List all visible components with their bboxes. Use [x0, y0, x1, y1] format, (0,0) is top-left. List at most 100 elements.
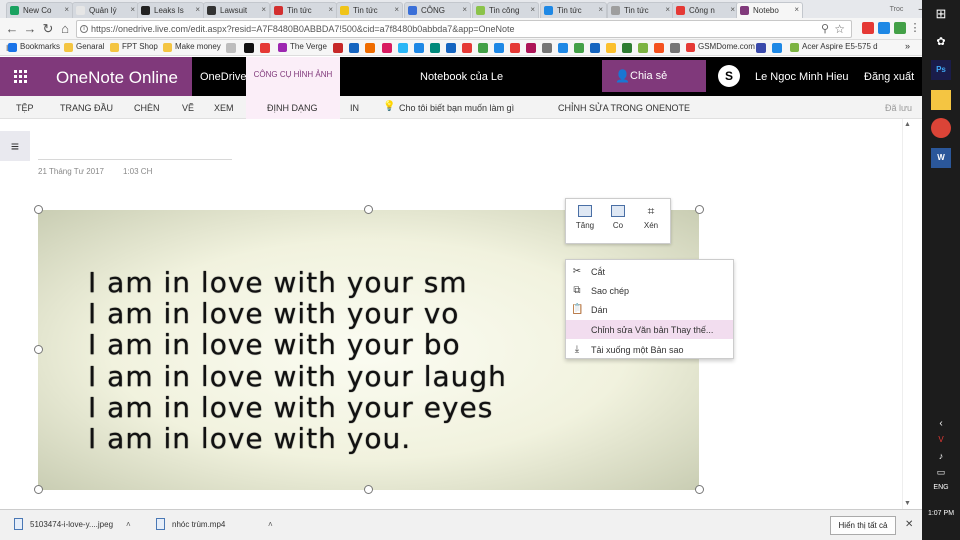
- menu-item-cut[interactable]: ✂ Cắt: [566, 262, 733, 281]
- navigation-toggle-button[interactable]: ≡: [0, 131, 30, 161]
- menu-item-paste[interactable]: 📋 Dán: [566, 300, 733, 319]
- chevron-up-icon[interactable]: ˄: [126, 520, 131, 529]
- bookmark-item[interactable]: Acer Aspire E5-575 d: [790, 42, 878, 52]
- bookmark-icon[interactable]: [756, 43, 766, 53]
- close-tab-icon[interactable]: ×: [730, 5, 735, 14]
- tab-file[interactable]: TỆP: [16, 103, 34, 113]
- bookmark-icon[interactable]: [590, 43, 600, 53]
- bookmark-icon[interactable]: [260, 43, 270, 53]
- menu-item-edit-alt-text[interactable]: Chỉnh sửa Văn bản Thay thế...: [566, 320, 733, 339]
- sign-out-link[interactable]: Đăng xuất: [864, 71, 914, 83]
- more-bookmarks-icon[interactable]: »: [905, 41, 910, 51]
- close-tab-icon[interactable]: ×: [462, 5, 467, 14]
- bookmark-icon[interactable]: [414, 43, 424, 53]
- bookmark-icon[interactable]: [526, 43, 536, 53]
- back-icon[interactable]: ←: [4, 21, 20, 36]
- bookmark-icon[interactable]: [365, 43, 375, 53]
- chrome-icon[interactable]: [931, 118, 951, 138]
- close-tab-icon[interactable]: ×: [261, 5, 266, 14]
- file-explorer-icon[interactable]: [931, 90, 951, 110]
- home-icon[interactable]: ⌂: [57, 21, 73, 36]
- notebook-title[interactable]: Notebook của Le: [420, 71, 503, 83]
- onedrive-link[interactable]: OneDrive: [200, 71, 246, 83]
- page-title-field[interactable]: [38, 159, 232, 160]
- tab-insert[interactable]: CHÈN: [134, 103, 160, 113]
- bookmark-icon[interactable]: [574, 43, 584, 53]
- browser-tab[interactable]: Tin công ×: [472, 2, 539, 18]
- tell-me-box[interactable]: Cho tôi biết bạn muốn làm gì: [399, 103, 514, 113]
- input-language[interactable]: ENG: [922, 484, 960, 491]
- vertical-scrollbar[interactable]: ▲ ▼: [902, 119, 912, 509]
- resize-handle[interactable]: [34, 345, 43, 354]
- browser-tab[interactable]: Notebo ×: [736, 2, 803, 18]
- bookmark-icon[interactable]: [542, 43, 552, 53]
- forward-icon[interactable]: →: [22, 21, 38, 36]
- share-button[interactable]: 👤 Chia sẻ: [602, 60, 706, 92]
- bookmark-icon[interactable]: [446, 43, 456, 53]
- close-tab-icon[interactable]: ×: [130, 5, 135, 14]
- browser-tab[interactable]: Công n ×: [672, 2, 739, 18]
- tab-view[interactable]: XEM: [214, 103, 234, 113]
- bookmark-icon[interactable]: [382, 43, 392, 53]
- bookmark-icon[interactable]: [398, 43, 408, 53]
- close-tab-icon[interactable]: ×: [598, 5, 603, 14]
- bookmark-item[interactable]: GSMDome.com: [686, 42, 755, 52]
- menu-item-copy[interactable]: ⧉ Sao chép: [566, 281, 733, 300]
- bookmark-icon[interactable]: [638, 43, 648, 53]
- bookmark-folder[interactable]: Make money: [163, 42, 221, 52]
- tab-format[interactable]: ĐỊNH DẠNG: [267, 103, 318, 113]
- browser-tab[interactable]: Tin tức ×: [607, 2, 674, 18]
- url-bar[interactable]: i https://onedrive.live.com/edit.aspx?re…: [76, 20, 852, 38]
- bookmark-icon[interactable]: [558, 43, 568, 53]
- resize-handle[interactable]: [34, 205, 43, 214]
- browser-tab[interactable]: Tin tức ×: [540, 2, 607, 18]
- resize-handle[interactable]: [364, 485, 373, 494]
- close-tab-icon[interactable]: ×: [328, 5, 333, 14]
- resize-handle[interactable]: [34, 485, 43, 494]
- word-icon[interactable]: W: [931, 148, 951, 168]
- bookmark-folder[interactable]: FPT Shop: [110, 42, 158, 52]
- bookmark-icon[interactable]: [226, 43, 236, 53]
- bookmark-icon[interactable]: [430, 43, 440, 53]
- browser-tab[interactable]: Quản lý ×: [72, 2, 139, 18]
- extension-icon[interactable]: [894, 22, 906, 34]
- game-icon[interactable]: ✿: [931, 32, 951, 52]
- browser-tab[interactable]: Tin tức ×: [270, 2, 337, 18]
- bookmark-icon[interactable]: [772, 43, 782, 53]
- close-tab-icon[interactable]: ×: [195, 5, 200, 14]
- bookmark-folder[interactable]: Genaral: [64, 42, 104, 52]
- windows-start-icon[interactable]: ⊞: [931, 4, 951, 24]
- browser-tab[interactable]: Leaks Is ×: [137, 2, 204, 18]
- crop-button[interactable]: ⌗ Xén: [636, 203, 666, 230]
- bookmark-icon[interactable]: [670, 43, 680, 53]
- download-item[interactable]: 5103474-i-love-y....jpeg ˄: [14, 518, 131, 530]
- close-tab-icon[interactable]: ×: [394, 5, 399, 14]
- chevron-up-icon[interactable]: ˄: [268, 520, 273, 529]
- shrink-button[interactable]: Co: [603, 203, 633, 230]
- close-icon[interactable]: ✕: [905, 519, 913, 530]
- search-icon[interactable]: ⚲: [821, 22, 829, 35]
- bookmark-icon[interactable]: [510, 43, 520, 53]
- bookmark-icon[interactable]: [349, 43, 359, 53]
- app-name[interactable]: OneNote Online: [40, 57, 192, 96]
- show-all-downloads-button[interactable]: Hiển thị tất cả: [830, 516, 896, 535]
- photoshop-icon[interactable]: Ps: [931, 60, 951, 80]
- browser-tab[interactable]: Tin tức ×: [336, 2, 403, 18]
- resize-handle[interactable]: [695, 485, 704, 494]
- browser-tab[interactable]: New Co ×: [6, 2, 73, 18]
- edit-in-onenote-button[interactable]: CHỈNH SỬA TRONG ONENOTE: [558, 103, 690, 113]
- close-tab-icon[interactable]: ×: [794, 5, 799, 14]
- scroll-up-icon[interactable]: ▲: [904, 121, 911, 128]
- scroll-down-icon[interactable]: ▼: [904, 500, 911, 507]
- download-item[interactable]: nhóc trùm.mp4 ˄: [156, 518, 273, 530]
- bookmark-item[interactable]: The Verge: [278, 42, 327, 52]
- menu-kebab-icon[interactable]: ⋮: [907, 21, 923, 34]
- notification-icon[interactable]: ▭: [931, 462, 951, 482]
- app-launcher-button[interactable]: [0, 57, 40, 96]
- close-tab-icon[interactable]: ×: [64, 5, 69, 14]
- menu-item-download-copy[interactable]: ⤓ Tải xuống một Bản sao: [566, 340, 733, 359]
- bookmark-icon[interactable]: [333, 43, 343, 53]
- bookmark-star-icon[interactable]: ☆: [834, 22, 845, 36]
- resize-handle[interactable]: [364, 205, 373, 214]
- bookmark-icon[interactable]: [606, 43, 616, 53]
